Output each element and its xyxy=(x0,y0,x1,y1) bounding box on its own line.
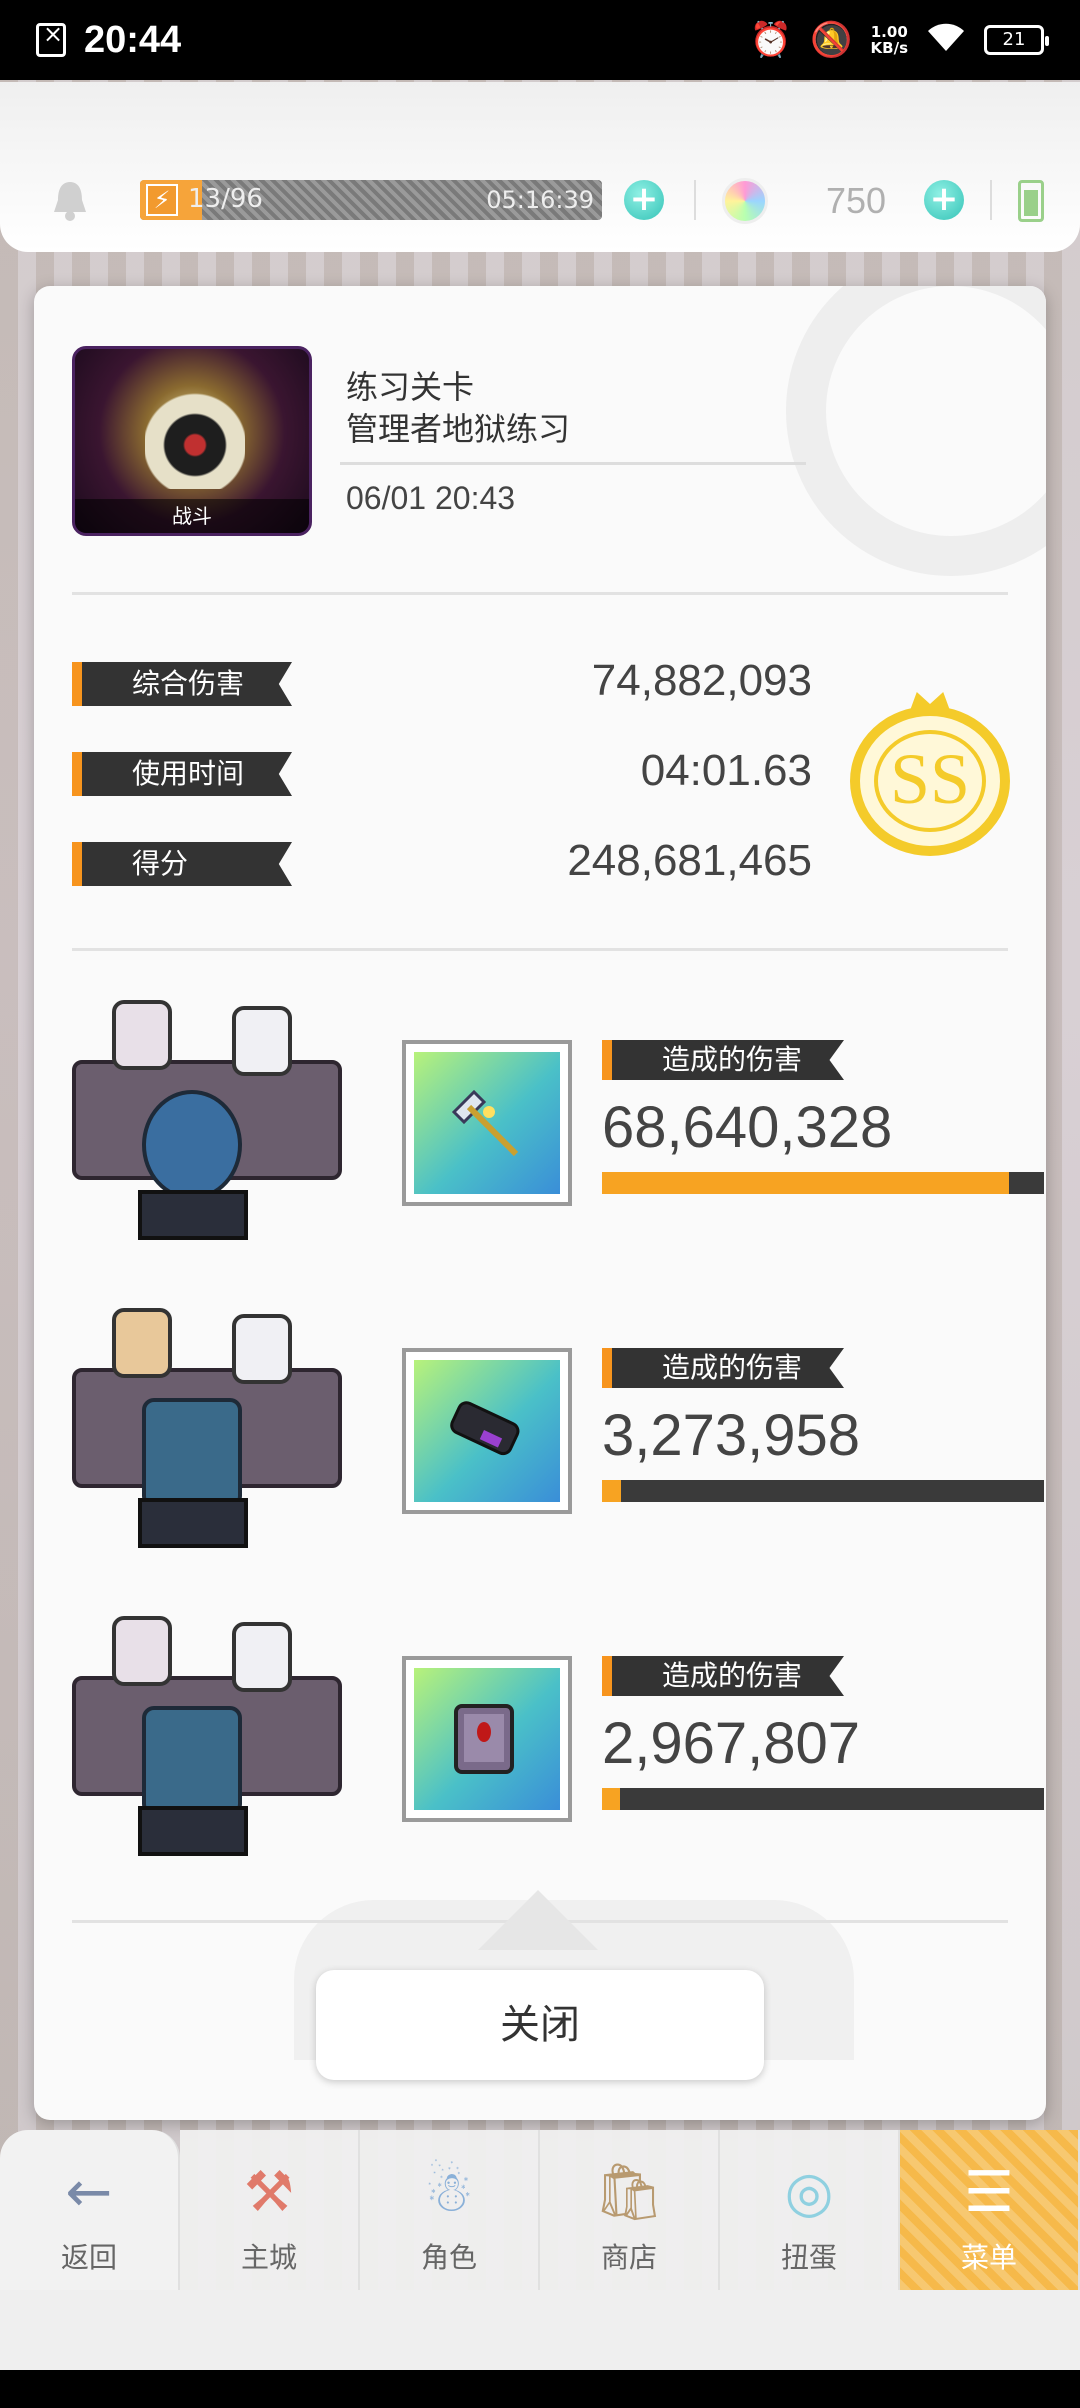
gem-icon xyxy=(722,178,768,224)
gacha-icon: ◎ xyxy=(784,2160,834,2225)
stage-thumbnail-label: 战斗 xyxy=(75,499,309,533)
close-button[interactable]: 关闭 xyxy=(316,1970,764,2080)
energy-count: 13/96 xyxy=(188,184,263,214)
weapon-slot[interactable] xyxy=(402,1348,572,1514)
damage-bar xyxy=(602,1172,1044,1194)
stat-total-damage: 综合伤害 74,882,093 xyxy=(72,656,812,706)
stat-time-used: 使用时间 04:01.63 xyxy=(72,746,812,796)
weapon-slot[interactable] xyxy=(402,1656,572,1822)
mute-icon: 🔕 xyxy=(810,20,853,60)
battery-icon: 21 xyxy=(984,25,1049,55)
resource-bar xyxy=(0,82,1080,252)
nav-back[interactable]: ← 返回 xyxy=(0,2130,180,2290)
rank-badge: SS xyxy=(840,686,1020,866)
divider xyxy=(72,948,1008,951)
stat-label: 综合伤害 xyxy=(72,662,292,706)
notification-icon xyxy=(36,20,66,57)
nav-label: 返回 xyxy=(60,2241,117,2274)
nav-gacha[interactable]: ◎ 扭蛋 xyxy=(720,2130,900,2290)
spellbook-icon xyxy=(454,1704,514,1774)
weapon-slot[interactable] xyxy=(402,1040,572,1206)
damage-value: 2,967,807 xyxy=(602,1711,861,1776)
nav-label: 菜单 xyxy=(960,2241,1017,2274)
damage-value: 68,640,328 xyxy=(602,1095,893,1160)
energy-bar: ⚡ 13/96 05:16:39 xyxy=(140,180,602,220)
team-member-row: 造成的伤害 3,273,958 xyxy=(72,1308,1044,1548)
team-sprite xyxy=(72,1616,352,1876)
nav-town[interactable]: ⚒ 主城 xyxy=(180,2130,360,2290)
nav-label: 主城 xyxy=(240,2241,297,2274)
divider xyxy=(340,462,806,465)
system-nav-bar xyxy=(0,2370,1080,2408)
damage-bar-fill xyxy=(602,1480,622,1502)
team-sprite xyxy=(72,1000,352,1260)
alarm-icon: ⏰ xyxy=(749,20,793,60)
damage-label: 造成的伤害 xyxy=(602,1348,844,1388)
nav-label: 扭蛋 xyxy=(780,2241,837,2274)
add-energy-button[interactable]: + xyxy=(624,180,664,220)
device-battery-icon xyxy=(1018,180,1044,222)
gem-count: 750 xyxy=(826,180,887,221)
network-speed-value: 1.00 xyxy=(870,23,908,41)
add-gem-button[interactable]: + xyxy=(924,180,964,220)
team-member-row: 造成的伤害 2,967,807 xyxy=(72,1616,1044,1856)
navigation-footer xyxy=(0,2290,1080,2370)
divider xyxy=(990,180,992,220)
status-time: 20:44 xyxy=(84,18,182,61)
stage-name: 管理者地狱练习 xyxy=(346,410,571,448)
battle-result-panel: 战斗 练习关卡 管理者地狱练习 06/01 20:43 综合伤害 74,882,… xyxy=(34,286,1046,2120)
damage-bar-fill xyxy=(602,1788,620,1810)
damage-label: 造成的伤害 xyxy=(602,1040,844,1080)
battle-date: 06/01 20:43 xyxy=(346,480,516,516)
gauntlet-icon xyxy=(450,1401,520,1456)
divider xyxy=(694,180,696,220)
damage-bar xyxy=(602,1480,1044,1502)
nav-shop[interactable]: 🛍 商店 xyxy=(540,2130,720,2290)
decorative-emblem xyxy=(786,286,1046,576)
damage-bar-fill xyxy=(602,1172,1009,1194)
lightning-icon: ⚡ xyxy=(146,184,178,216)
nav-label: 商店 xyxy=(600,2241,657,2274)
stat-label: 使用时间 xyxy=(72,752,292,796)
nav-character[interactable]: ☃ 角色 xyxy=(360,2130,540,2290)
status-bar: 20:44 ⏰ 🔕 1.00 KB/s 21 xyxy=(0,0,1080,80)
character-icon: ☃ xyxy=(423,2160,475,2225)
network-speed: 1.00 KB/s xyxy=(871,24,908,56)
nav-menu[interactable]: ☰ 菜单 xyxy=(900,2130,1080,2290)
stat-value: 248,681,465 xyxy=(567,836,812,885)
wifi-icon xyxy=(926,21,966,59)
bell-icon[interactable] xyxy=(50,178,90,222)
team-member-row: 造成的伤害 68,640,328 xyxy=(72,1000,1044,1240)
stat-label: 得分 xyxy=(72,842,292,886)
stage-type: 练习关卡 xyxy=(346,368,475,406)
stage-thumbnail: 战斗 xyxy=(72,346,312,536)
nav-label: 角色 xyxy=(420,2241,477,2274)
stat-score: 得分 248,681,465 xyxy=(72,836,812,886)
axe-icon xyxy=(451,1089,519,1157)
damage-bar xyxy=(602,1788,1044,1810)
rank-text: SS xyxy=(889,739,971,819)
stat-value: 74,882,093 xyxy=(591,656,812,705)
back-arrow-icon: ← xyxy=(65,2160,113,2225)
network-speed-unit: KB/s xyxy=(870,39,908,57)
boss-icon xyxy=(145,379,245,489)
team-sprite xyxy=(72,1308,352,1568)
menu-icon: ☰ xyxy=(963,2160,1015,2225)
damage-label: 造成的伤害 xyxy=(602,1656,844,1696)
damage-value: 3,273,958 xyxy=(602,1403,861,1468)
bottom-navigation: ← 返回 ⚒ 主城 ☃ 角色 🛍 商店 ◎ 扭蛋 ☰ 菜单 xyxy=(0,2130,1080,2290)
town-icon: ⚒ xyxy=(243,2160,295,2225)
energy-timer: 05:16:39 xyxy=(486,186,594,214)
divider xyxy=(72,592,1008,595)
stat-value: 04:01.63 xyxy=(640,746,812,795)
shop-icon: 🛍 xyxy=(593,2160,665,2225)
